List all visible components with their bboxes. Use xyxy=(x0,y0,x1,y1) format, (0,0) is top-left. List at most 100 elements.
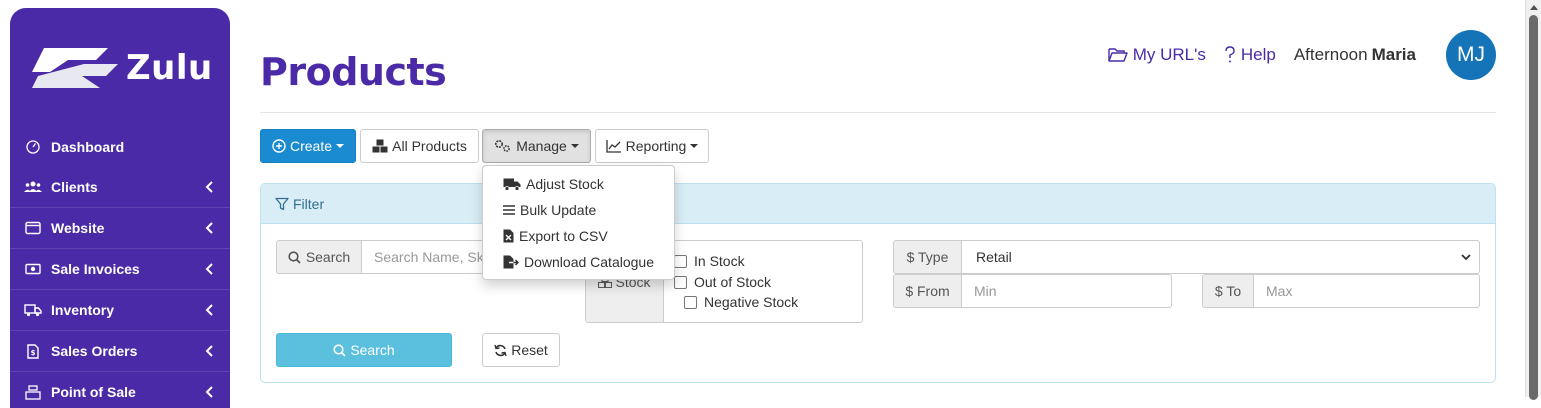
greeting-text: Afternoon xyxy=(1293,45,1368,64)
filter-header[interactable]: Filter xyxy=(261,184,1495,224)
search-input[interactable]: Search Name, Sku xyxy=(362,240,487,274)
checkbox-box[interactable] xyxy=(684,295,697,309)
caret-down-icon xyxy=(336,144,345,148)
type-select-value: Retail xyxy=(976,249,1012,265)
reset-button-label: Reset xyxy=(511,342,548,358)
checkbox-box[interactable] xyxy=(674,275,687,289)
divider xyxy=(260,112,1496,113)
users-icon xyxy=(24,178,42,196)
price-to-input[interactable]: Max xyxy=(1254,274,1480,308)
sidebar-item-sales-orders[interactable]: $ Sales Orders xyxy=(10,331,230,372)
search-addon-label: Search xyxy=(305,249,351,265)
scrollbar-thumb[interactable] xyxy=(1529,15,1538,400)
list-icon xyxy=(503,205,515,215)
sidebar-item-dashboard[interactable]: Dashboard xyxy=(10,126,230,167)
page-title: Products xyxy=(260,50,447,94)
file-export-icon xyxy=(503,255,519,269)
sidebar-item-point-of-sale[interactable]: Point of Sale xyxy=(10,372,230,408)
type-addon: $ Type xyxy=(893,240,962,274)
sidebar-item-website[interactable]: Website xyxy=(10,208,230,249)
file-dollar-icon: $ xyxy=(24,342,42,360)
avatar-initials: MJ xyxy=(1457,43,1485,66)
greeting: Afternoon Maria xyxy=(1294,45,1416,65)
sidebar-nav: Dashboard Clients Website Sale Invoices xyxy=(10,126,230,408)
menu-item-label: Download Catalogue xyxy=(524,254,654,270)
search-addon: Search xyxy=(276,240,362,274)
reporting-label: Reporting xyxy=(625,138,687,154)
sidebar-item-sale-invoices[interactable]: Sale Invoices xyxy=(10,249,230,290)
sidebar-item-label: Sale Invoices xyxy=(51,261,140,277)
svg-text:$: $ xyxy=(31,349,36,357)
sidebar-item-label: Point of Sale xyxy=(51,384,136,400)
to-group: $ To Max xyxy=(1202,274,1480,308)
from-group: $ From Min xyxy=(893,274,1172,308)
zulu-logo[interactable]: Zulu xyxy=(30,46,220,96)
sidebar: Zulu Dashboard Clients Website Sale Invo… xyxy=(10,8,230,408)
manage-dropdown-menu: Adjust Stock Bulk Update Export to CSV D… xyxy=(482,165,675,280)
type-select[interactable]: Retail xyxy=(962,240,1480,274)
menu-item-export-csv[interactable]: Export to CSV xyxy=(483,223,674,249)
sidebar-item-label: Sales Orders xyxy=(51,343,138,359)
cash-register-icon xyxy=(24,383,42,401)
refresh-icon xyxy=(494,344,507,356)
manage-button[interactable]: Manage xyxy=(482,129,591,163)
reporting-button[interactable]: Reporting xyxy=(595,129,709,163)
to-addon: $ To xyxy=(1202,274,1254,308)
my-urls-link[interactable]: My URL's xyxy=(1108,45,1206,65)
sidebar-item-clients[interactable]: Clients xyxy=(10,167,230,208)
chevron-left-icon xyxy=(202,181,216,193)
search-icon xyxy=(288,250,301,264)
create-button[interactable]: Create xyxy=(260,129,356,163)
sidebar-item-label: Dashboard xyxy=(51,138,125,155)
cubes-icon xyxy=(372,139,388,153)
chevron-left-icon xyxy=(202,263,216,275)
filter-title: Filter xyxy=(293,195,325,212)
search-group: Search Search Name, Sku xyxy=(276,240,487,274)
checkbox-label: Out of Stock xyxy=(694,274,772,290)
search-button[interactable]: Search xyxy=(276,333,452,367)
chevron-left-icon xyxy=(202,386,216,398)
cogs-icon xyxy=(495,139,511,152)
caret-down-icon xyxy=(570,144,579,148)
reset-button[interactable]: Reset xyxy=(482,333,560,367)
file-excel-icon xyxy=(503,229,514,243)
help-label: Help xyxy=(1240,45,1276,64)
out-of-stock-checkbox[interactable]: Out of Stock xyxy=(674,274,771,290)
plus-circle-icon xyxy=(272,139,286,153)
dashboard-icon xyxy=(24,138,42,156)
window-icon xyxy=(24,219,42,237)
menu-item-label: Export to CSV xyxy=(519,228,608,244)
checkbox-label: In Stock xyxy=(694,253,745,269)
create-label: Create xyxy=(289,138,333,154)
line-chart-icon xyxy=(605,140,621,153)
chevron-left-icon xyxy=(202,222,216,234)
chevron-down-icon xyxy=(1461,253,1471,260)
question-icon xyxy=(1225,46,1235,63)
top-bar: My URL's Help Afternoon Maria MJ xyxy=(1108,30,1496,80)
search-button-label: Search xyxy=(350,342,395,358)
in-stock-checkbox[interactable]: In Stock xyxy=(674,253,745,269)
avatar[interactable]: MJ xyxy=(1446,30,1496,80)
all-products-button[interactable]: All Products xyxy=(360,129,479,163)
sidebar-item-label: Inventory xyxy=(51,302,115,318)
from-addon: $ From xyxy=(893,274,962,308)
menu-item-download-catalogue[interactable]: Download Catalogue xyxy=(483,249,674,275)
type-group: $ Type Retail xyxy=(893,240,1480,274)
chevron-left-icon xyxy=(202,345,216,357)
filter-icon xyxy=(275,197,289,210)
scroll-up-arrow-icon[interactable] xyxy=(1530,5,1538,10)
brand-name: Zulu xyxy=(126,48,213,88)
sidebar-item-inventory[interactable]: Inventory xyxy=(10,290,230,331)
page-scrollbar[interactable] xyxy=(1525,0,1541,400)
caret-down-icon xyxy=(690,144,699,148)
manage-label: Manage xyxy=(516,138,567,154)
sidebar-item-label: Website xyxy=(51,220,105,236)
my-urls-label: My URL's xyxy=(1132,45,1206,64)
checkbox-box[interactable] xyxy=(674,254,687,268)
user-name: Maria xyxy=(1371,45,1416,64)
help-link[interactable]: Help xyxy=(1224,45,1276,65)
price-from-input[interactable]: Min xyxy=(962,274,1172,308)
negative-stock-checkbox[interactable]: Negative Stock xyxy=(684,294,798,310)
menu-item-adjust-stock[interactable]: Adjust Stock xyxy=(483,171,674,197)
menu-item-bulk-update[interactable]: Bulk Update xyxy=(483,197,674,223)
